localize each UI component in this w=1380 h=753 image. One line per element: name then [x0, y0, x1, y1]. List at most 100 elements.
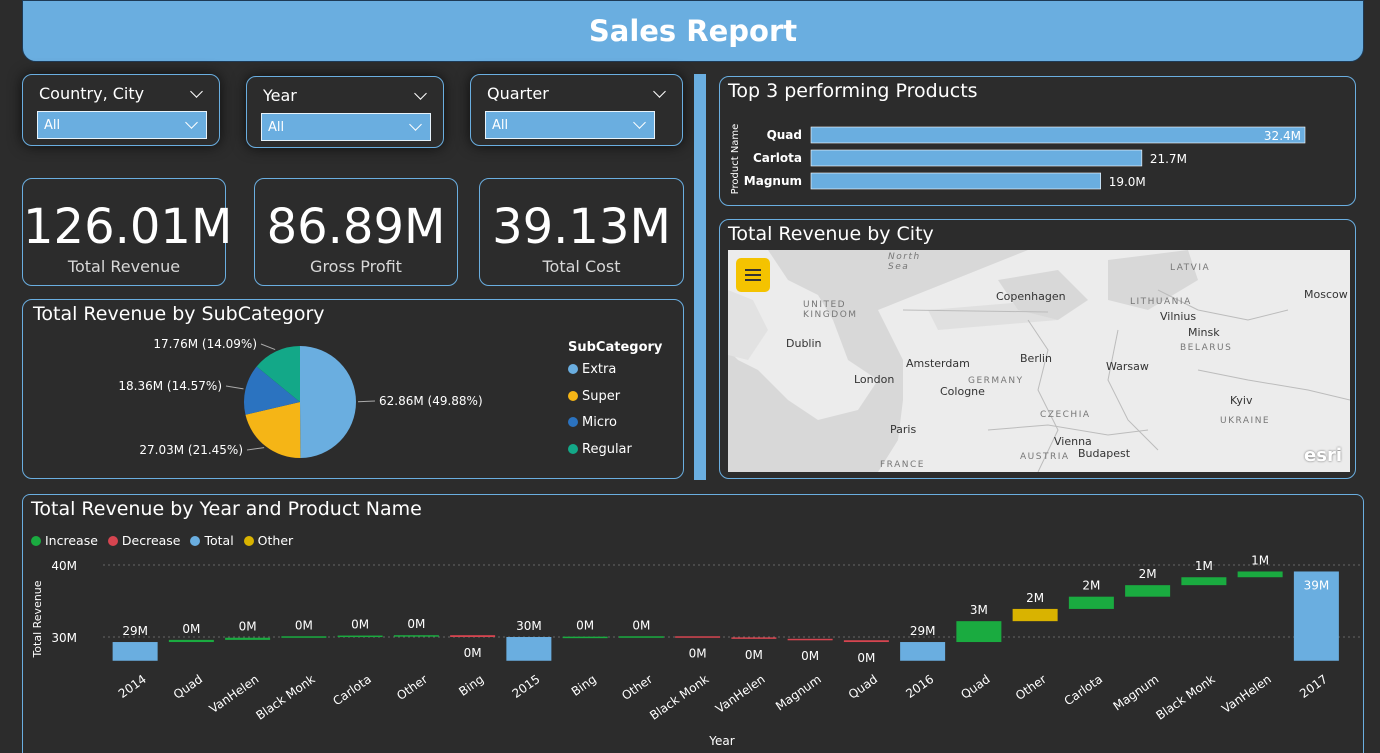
slicer-year-dropdown[interactable]: All [261, 113, 431, 141]
vertical-divider [694, 74, 706, 480]
waterfall-data-label: 2M [1082, 579, 1100, 593]
y-tick-label: 30M [51, 631, 77, 645]
map-label: Warsaw [1106, 360, 1149, 373]
revenue-map[interactable]: North Sea UNITED KINGDOM Dublin London A… [728, 250, 1350, 472]
waterfall-bar[interactable] [281, 636, 327, 638]
waterfall-data-label: 0M [464, 646, 482, 660]
kpi-label: Gross Profit [310, 257, 402, 276]
waterfall-bar[interactable] [1012, 608, 1058, 622]
waterfall-bar[interactable] [1068, 596, 1114, 609]
chevron-down-icon[interactable] [409, 118, 422, 131]
map-label: FRANCE [880, 460, 925, 470]
y-tick-label: 40M [51, 559, 77, 573]
waterfall-data-label: 39M [1304, 578, 1330, 592]
waterfall-bar[interactable] [393, 635, 439, 637]
bar-category-label: Carlota [753, 151, 802, 165]
map-label: Vilnius [1160, 310, 1197, 323]
waterfall-bar[interactable] [225, 637, 271, 640]
waterfall-bar[interactable] [731, 637, 777, 639]
legend-item-super[interactable]: Super [568, 389, 620, 404]
waterfall-bar[interactable] [900, 642, 946, 661]
top-products-chart[interactable]: Product Name Quad 32.4M Carlota 21.7M Magnum 1… [720, 77, 1355, 205]
waterfall-data-label: 0M [576, 619, 594, 633]
waterfall-bar[interactable] [787, 638, 833, 641]
waterfall-bar[interactable] [450, 635, 496, 637]
waterfall-bar[interactable] [112, 642, 158, 661]
legend-item-extra[interactable]: Extra [568, 362, 616, 377]
waterfall-bar[interactable] [506, 637, 552, 661]
map-label: BELARUS [1180, 343, 1233, 353]
map-label: CZECHIA [1040, 410, 1091, 420]
pie-legend-title: SubCategory [568, 340, 663, 355]
map-label: AUSTRIA [1020, 452, 1070, 462]
waterfall-bar[interactable] [1181, 577, 1227, 586]
bar-carlota[interactable] [810, 149, 1143, 167]
legend-dot [568, 391, 578, 401]
waterfall-bar[interactable] [843, 640, 889, 643]
map-menu-button[interactable] [736, 258, 770, 292]
kpi-label: Total Revenue [67, 257, 181, 276]
chevron-down-icon[interactable] [185, 116, 198, 129]
legend-label: Extra [582, 362, 617, 377]
waterfall-data-label: 0M [182, 622, 200, 636]
bar-magnum[interactable] [810, 172, 1101, 190]
waterfall-data-label: 2M [1026, 591, 1044, 605]
chevron-down-icon[interactable] [633, 116, 646, 129]
x-tick-label: VanHelen [1219, 672, 1274, 716]
y-axis-label: Total Revenue [31, 580, 44, 658]
pie-slice-extra[interactable] [300, 346, 357, 458]
waterfall-data-label: 1M [1195, 559, 1213, 573]
waterfall-bar[interactable] [1237, 571, 1283, 578]
x-tick-label: Magnum [773, 672, 824, 713]
waterfall-data-label: 3M [970, 603, 988, 617]
slicer-country-city-label: Country, City [39, 84, 145, 103]
waterfall-bar[interactable] [675, 636, 721, 638]
pie-data-label: 17.76M (14.09%) [153, 337, 257, 351]
menu-icon-line [745, 269, 761, 271]
kpi-value: 39.13M [492, 199, 671, 255]
waterfall-bar[interactable] [956, 621, 1002, 643]
map-label: LITHUANIA [1130, 297, 1192, 307]
kpi-total-cost: 39.13M Total Cost [479, 178, 684, 286]
waterfall-bar[interactable] [337, 635, 383, 638]
bar-quad[interactable] [810, 126, 1306, 144]
waterfall-bar[interactable] [1125, 585, 1171, 597]
x-tick-label: Carlota [330, 672, 374, 708]
waterfall-data-label: 0M [857, 651, 875, 665]
legend-item-regular[interactable]: Regular [568, 442, 632, 457]
pie-chart-card: Total Revenue by SubCategory 62.86M (49.… [22, 299, 684, 479]
waterfall-bar[interactable] [562, 636, 608, 639]
slicer-country-city[interactable]: Country, City All [22, 74, 220, 146]
slicer-year-label: Year [263, 86, 297, 105]
menu-icon-line [745, 274, 761, 276]
x-tick-label: Black Monk [647, 672, 711, 723]
legend-item-micro[interactable]: Micro [568, 415, 617, 430]
waterfall-data-label: 30M [516, 619, 542, 633]
pie-leader-line [357, 400, 376, 403]
slicer-quarter[interactable]: Quarter All [470, 74, 683, 146]
waterfall-bar[interactable] [168, 639, 214, 643]
bar-data-label: 32.4M [1264, 129, 1301, 143]
slicer-quarter-value: All [492, 118, 509, 133]
chevron-down-icon[interactable] [190, 85, 203, 98]
waterfall-card: Total Revenue by Year and Product Name I… [22, 494, 1364, 753]
map-title: Total Revenue by City [728, 223, 934, 245]
x-axis-label: Year [708, 734, 734, 748]
chevron-down-icon[interactable] [653, 85, 666, 98]
x-tick-label: VanHelen [713, 672, 768, 716]
waterfall-data-label: 0M [745, 648, 763, 662]
chevron-down-icon[interactable] [414, 87, 427, 100]
slicer-country-city-dropdown[interactable]: All [37, 111, 207, 139]
map-label: Cologne [940, 385, 985, 398]
bar-data-label: 21.7M [1150, 152, 1187, 166]
slicer-year[interactable]: Year All [246, 76, 444, 148]
map-label: Kyiv [1230, 394, 1253, 407]
menu-icon-line [745, 279, 761, 281]
map-label: UNITED KINGDOM [803, 300, 858, 320]
pie-data-label: 62.86M (49.88%) [379, 394, 483, 408]
waterfall-chart[interactable]: 30M 40M Total Revenue Year 29M 2014 0M Quad 0M Va… [23, 495, 1363, 753]
waterfall-bar[interactable] [618, 636, 664, 638]
x-tick-label: 2014 [116, 672, 149, 701]
slicer-quarter-dropdown[interactable]: All [485, 111, 655, 139]
waterfall-data-label: 0M [689, 646, 707, 660]
